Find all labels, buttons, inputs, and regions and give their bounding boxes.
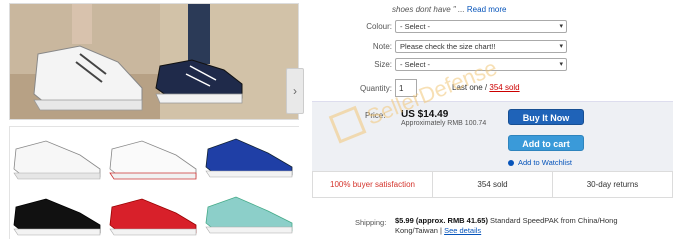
price-label: Price: <box>365 111 386 120</box>
quantity-availability: Last one / 354 sold <box>452 83 520 92</box>
buyer-satisfaction-stat: 100% buyer satisfaction <box>313 172 433 197</box>
see-details-link[interactable]: See details <box>444 226 481 235</box>
shipping-info: $5.99 (approx. RMB 41.65) Standard Speed… <box>395 216 655 236</box>
quantity-input[interactable]: 1 <box>395 79 417 97</box>
buy-box: Price: US $14.49 Approximately RMB 100.7… <box>312 101 673 171</box>
sold-stat: 354 sold <box>433 172 553 197</box>
add-to-watchlist-link[interactable]: Add to Watchlist <box>508 158 572 167</box>
note-select[interactable]: Please check the size chart!! ▾ <box>395 40 567 53</box>
size-select-value: - Select - <box>400 60 431 69</box>
purchase-panel: shoes dont have " ... Read more Colour: … <box>305 0 673 241</box>
colour-label: Colour: <box>366 22 392 31</box>
buy-it-now-button[interactable]: Buy It Now <box>508 109 584 125</box>
read-more-link[interactable]: Read more <box>467 5 507 14</box>
main-product-image[interactable] <box>9 3 299 120</box>
note-select-value: Please check the size chart!! <box>400 42 496 51</box>
quantity-row: Quantity: 1 Last one / 354 sold <box>305 79 673 97</box>
size-row: Size: - Select - ▾ <box>305 58 673 72</box>
note-label: Note: <box>372 42 392 51</box>
image-gallery: › <box>0 0 305 241</box>
add-to-cart-button[interactable]: Add to cart <box>508 135 584 151</box>
returns-stat: 30-day returns <box>586 180 639 189</box>
price-approx: Approximately RMB 100.74 <box>401 120 487 127</box>
quantity-label: Quantity: <box>359 84 392 93</box>
note-row: Note: Please check the size chart!! ▾ <box>305 40 673 54</box>
price-value: US $14.49 <box>401 109 449 120</box>
seller-stats: 100% buyer satisfaction 354 sold 30-day … <box>312 171 673 198</box>
item-note-text: shoes dont have " ... <box>392 5 465 14</box>
item-note: shoes dont have " ... Read more <box>392 5 506 14</box>
next-image-arrow-icon[interactable]: › <box>286 68 304 114</box>
remaining-text: Last one / <box>452 83 488 92</box>
chevron-down-icon: ▾ <box>559 61 563 68</box>
sold-count-link[interactable]: 354 sold <box>489 83 519 92</box>
chevron-down-icon: ▾ <box>559 43 563 50</box>
shipping-label: Shipping: <box>355 218 387 227</box>
shipping-cost: $5.99 (approx. RMB 41.65) <box>395 216 488 225</box>
size-label: Size: <box>374 60 392 69</box>
colour-select[interactable]: - Select - ▾ <box>395 20 567 33</box>
watchlist-label: Add to Watchlist <box>518 158 572 167</box>
colour-select-value: - Select - <box>400 22 431 31</box>
colour-row: Colour: - Select - ▾ <box>305 20 673 34</box>
eye-icon <box>508 160 514 167</box>
chevron-down-icon: ▾ <box>559 23 563 30</box>
thumbnail-grid <box>9 126 300 240</box>
size-select[interactable]: - Select - ▾ <box>395 58 567 71</box>
